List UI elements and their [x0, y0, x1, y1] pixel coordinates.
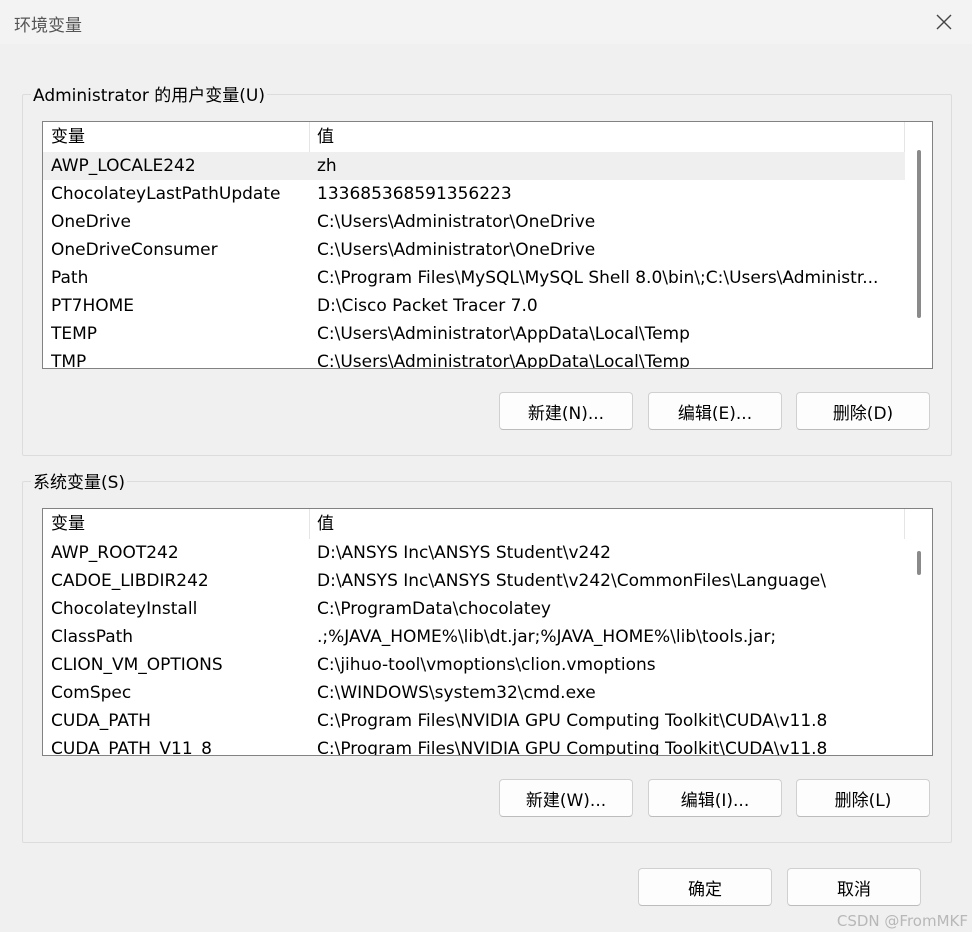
variable-value: zh	[317, 156, 337, 176]
table-row[interactable]: CADOE_LIBDIR242 D:\ANSYS Inc\ANSYS Stude…	[43, 567, 905, 595]
scroll-thumb[interactable]	[917, 551, 921, 575]
variable-value: C:\Users\Administrator\OneDrive	[317, 240, 596, 260]
column-header-value[interactable]: 值	[317, 122, 334, 152]
table-row[interactable]: PT7HOME D:\Cisco Packet Tracer 7.0	[43, 292, 905, 320]
user-delete-button[interactable]: 删除(D)	[796, 392, 930, 430]
variable-value: C:\Users\Administrator\AppData\Local\Tem…	[317, 324, 690, 344]
column-header-variable[interactable]: 变量	[51, 509, 85, 539]
system-variables-rows: AWP_ROOT242 D:\ANSYS Inc\ANSYS Student\v…	[43, 539, 905, 756]
user-edit-button[interactable]: 编辑(E)...	[648, 392, 782, 430]
close-icon	[936, 14, 952, 30]
variable-value: C:\Users\Administrator\OneDrive	[317, 212, 596, 232]
system-variables-scrollbar[interactable]	[906, 509, 932, 755]
list-header: 变量 值	[43, 122, 905, 152]
variable-name: PT7HOME	[51, 296, 135, 316]
variable-name: OneDrive	[51, 212, 131, 232]
ok-button[interactable]: 确定	[638, 868, 772, 906]
variable-name: CUDA_PATH_V11_8	[51, 739, 212, 756]
column-header-variable[interactable]: 变量	[51, 122, 85, 152]
variable-name: OneDriveConsumer	[51, 240, 218, 260]
table-row[interactable]: CUDA_PATH_V11_8 C:\Program Files\NVIDIA …	[43, 735, 905, 756]
variable-value: C:\WINDOWS\system32\cmd.exe	[317, 683, 596, 703]
variable-value: D:\ANSYS Inc\ANSYS Student\v242\CommonFi…	[317, 571, 826, 591]
user-new-button[interactable]: 新建(N)...	[499, 392, 633, 430]
user-variables-list[interactable]: 变量 值 AWP_LOCALE242 zh ChocolateyLastPath…	[42, 121, 933, 369]
variable-name: TEMP	[51, 324, 98, 344]
title-bar: 环境变量	[0, 0, 972, 44]
user-variables-scrollbar[interactable]	[906, 122, 932, 368]
variable-value: 133685368591356223	[317, 184, 512, 204]
variable-name: TMP	[51, 352, 87, 369]
variable-value: D:\Cisco Packet Tracer 7.0	[317, 296, 538, 316]
table-row[interactable]: ComSpec C:\WINDOWS\system32\cmd.exe	[43, 679, 905, 707]
variable-value: C:\jihuo-tool\vmoptions\clion.vmoptions	[317, 655, 656, 675]
watermark: CSDN @FromMKF	[836, 912, 968, 930]
variable-name: ChocolateyLastPathUpdate	[51, 184, 281, 204]
variable-name: Path	[51, 268, 89, 288]
user-variables-group: Administrator 的用户变量(U) 变量 值 AWP_LOCALE24…	[22, 81, 952, 456]
table-row[interactable]: ClassPath .;%JAVA_HOME%\lib\dt.jar;%JAVA…	[43, 623, 905, 651]
table-row[interactable]: AWP_ROOT242 D:\ANSYS Inc\ANSYS Student\v…	[43, 539, 905, 567]
close-button[interactable]	[916, 0, 972, 44]
table-row[interactable]: Path C:\Program Files\MySQL\MySQL Shell …	[43, 264, 905, 292]
variable-value: C:\ProgramData\chocolatey	[317, 599, 551, 619]
variable-name: CADOE_LIBDIR242	[51, 571, 209, 591]
variable-value: C:\Program Files\MySQL\MySQL Shell 8.0\b…	[317, 268, 879, 288]
table-row[interactable]: CLION_VM_OPTIONS C:\jihuo-tool\vmoptions…	[43, 651, 905, 679]
table-row[interactable]: ChocolateyLastPathUpdate 133685368591356…	[43, 180, 905, 208]
column-header-value[interactable]: 值	[317, 509, 334, 539]
window-title: 环境变量	[14, 16, 82, 36]
variable-value: .;%JAVA_HOME%\lib\dt.jar;%JAVA_HOME%\lib…	[317, 627, 777, 647]
variable-name: AWP_LOCALE242	[51, 156, 196, 176]
variable-value: C:\Program Files\NVIDIA GPU Computing To…	[317, 711, 828, 731]
variable-name: ComSpec	[51, 683, 132, 703]
table-row[interactable]: CUDA_PATH C:\Program Files\NVIDIA GPU Co…	[43, 707, 905, 735]
table-row[interactable]: TEMP C:\Users\Administrator\AppData\Loca…	[43, 320, 905, 348]
cancel-button[interactable]: 取消	[787, 868, 921, 906]
system-variables-list[interactable]: 变量 值 AWP_ROOT242 D:\ANSYS Inc\ANSYS Stud…	[42, 508, 933, 756]
environment-variables-dialog: 环境变量 Administrator 的用户变量(U) 变量 值 AWP_LOC…	[0, 0, 972, 932]
table-row[interactable]: ChocolateyInstall C:\ProgramData\chocola…	[43, 595, 905, 623]
list-header: 变量 值	[43, 509, 905, 539]
user-variables-label: Administrator 的用户变量(U)	[31, 81, 267, 106]
table-row[interactable]: OneDrive C:\Users\Administrator\OneDrive	[43, 208, 905, 236]
variable-name: CLION_VM_OPTIONS	[51, 655, 223, 675]
variable-name: ChocolateyInstall	[51, 599, 198, 619]
system-variables-label: 系统变量(S)	[31, 468, 128, 493]
user-variables-rows: AWP_LOCALE242 zh ChocolateyLastPathUpdat…	[43, 152, 905, 369]
table-row[interactable]: OneDriveConsumer C:\Users\Administrator\…	[43, 236, 905, 264]
variable-name: CUDA_PATH	[51, 711, 151, 731]
system-new-button[interactable]: 新建(W)...	[499, 779, 633, 817]
variable-value: D:\ANSYS Inc\ANSYS Student\v242	[317, 543, 611, 563]
variable-value: C:\Users\Administrator\AppData\Local\Tem…	[317, 352, 690, 369]
variable-name: ClassPath	[51, 627, 134, 647]
variable-name: AWP_ROOT242	[51, 543, 179, 563]
table-row[interactable]: TMP C:\Users\Administrator\AppData\Local…	[43, 348, 905, 369]
variable-value: C:\Program Files\NVIDIA GPU Computing To…	[317, 739, 828, 756]
system-delete-button[interactable]: 删除(L)	[796, 779, 930, 817]
table-row[interactable]: AWP_LOCALE242 zh	[43, 152, 905, 180]
system-variables-group: 系统变量(S) 变量 值 AWP_ROOT242 D:\ANSYS Inc\AN…	[22, 468, 952, 843]
system-edit-button[interactable]: 编辑(I)...	[648, 779, 782, 817]
scroll-thumb[interactable]	[917, 150, 921, 318]
